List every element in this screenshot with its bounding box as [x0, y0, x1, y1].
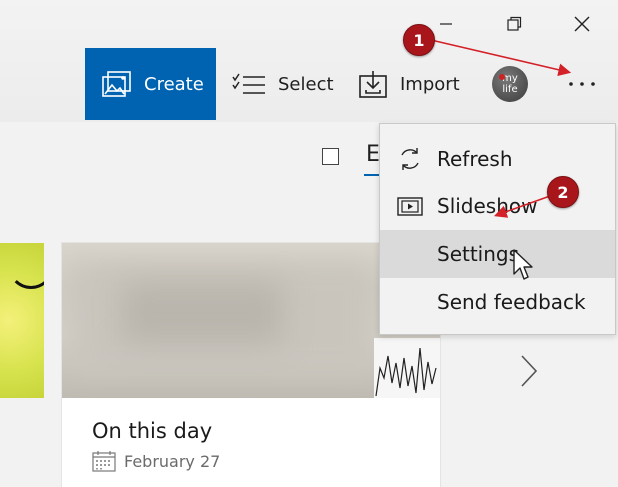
- create-icon: [102, 70, 132, 98]
- slideshow-icon: [397, 195, 423, 217]
- select-list-icon: [232, 72, 266, 96]
- menu-item-slideshow[interactable]: Slideshow: [380, 182, 615, 230]
- close-icon: [574, 16, 590, 32]
- step-badge-1: 1: [403, 24, 435, 56]
- menu-item-label: Send feedback: [437, 290, 586, 314]
- avatar-text-bottom: life: [502, 84, 518, 95]
- card-date-row: February 27: [92, 450, 220, 472]
- more-options-menu: Refresh Slideshow Settings Send feedback: [379, 123, 616, 335]
- menu-item-label: Settings: [437, 242, 520, 266]
- mouse-cursor-icon: [513, 249, 533, 280]
- create-label: Create: [144, 73, 204, 95]
- select-all-checkbox[interactable]: [322, 148, 339, 165]
- see-more-button[interactable]: [560, 62, 604, 106]
- select-button[interactable]: Select: [232, 48, 334, 120]
- next-arrow-button[interactable]: [514, 351, 544, 391]
- view-tab-partial[interactable]: E: [366, 142, 380, 167]
- calendar-icon: [92, 450, 116, 472]
- import-icon: [358, 70, 388, 98]
- menu-item-refresh[interactable]: Refresh: [380, 135, 615, 183]
- card-date: February 27: [124, 451, 221, 471]
- photo-card-previous[interactable]: [0, 243, 44, 398]
- restore-button[interactable]: [488, 0, 540, 48]
- chevron-right-icon: [521, 355, 538, 387]
- card-title: On this day: [92, 419, 213, 443]
- import-label: Import: [400, 73, 460, 95]
- menu-item-label: Slideshow: [437, 194, 538, 218]
- create-button[interactable]: Create: [85, 48, 216, 120]
- menu-item-settings[interactable]: Settings: [380, 230, 615, 278]
- photo-sketch-detail: [374, 338, 440, 398]
- account-avatar[interactable]: my life: [492, 66, 528, 102]
- minimize-icon: [440, 23, 452, 25]
- refresh-icon: [397, 146, 423, 172]
- import-button[interactable]: Import: [358, 48, 460, 120]
- select-label: Select: [278, 73, 334, 95]
- menu-item-label: Refresh: [437, 147, 513, 171]
- step-badge-2: 2: [547, 176, 579, 208]
- more-icon: [569, 82, 595, 86]
- menu-item-send-feedback[interactable]: Send feedback: [380, 278, 615, 326]
- restore-icon: [507, 16, 522, 31]
- close-button[interactable]: [556, 0, 608, 48]
